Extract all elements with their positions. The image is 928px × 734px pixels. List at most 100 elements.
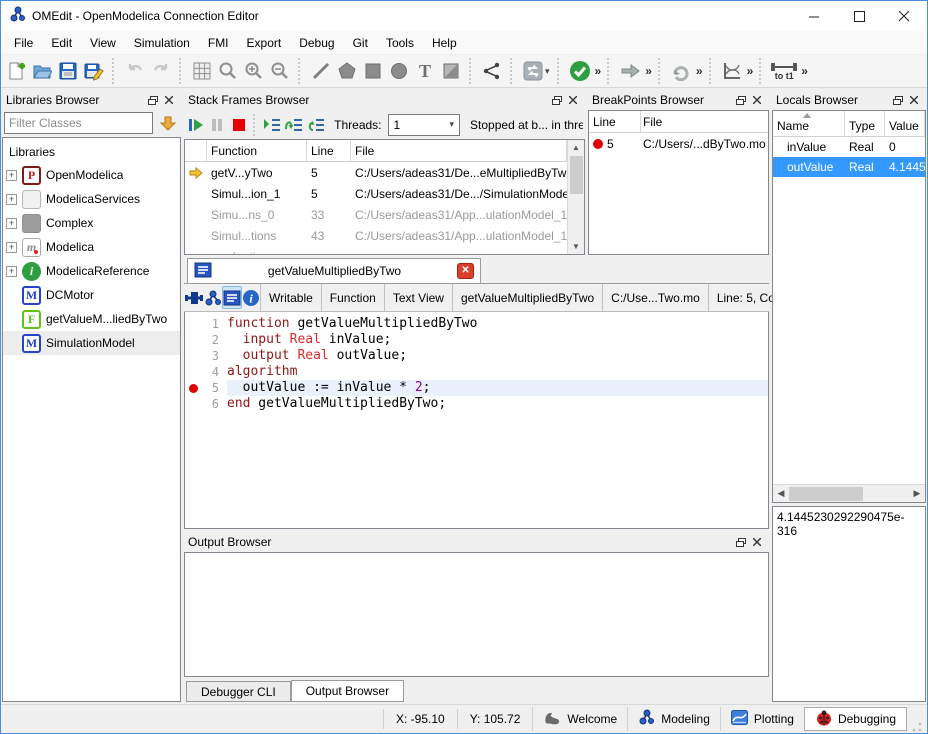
float-panel-icon[interactable] <box>890 93 906 107</box>
column-line[interactable]: Line <box>307 140 351 161</box>
close-button[interactable] <box>882 1 927 31</box>
menu-debug[interactable]: Debug <box>290 33 343 53</box>
documentation-view-icon[interactable]: i <box>242 284 260 311</box>
expander-icon[interactable]: + <box>6 266 17 277</box>
overflow-chevron-icon[interactable]: » <box>694 64 704 78</box>
horizontal-scrollbar[interactable]: ◀ ▶ <box>773 484 925 502</box>
simulate-icon[interactable] <box>617 58 643 84</box>
resize-grip[interactable] <box>911 721 923 733</box>
perspective-modeling[interactable]: Modeling <box>627 707 720 731</box>
menu-simulation[interactable]: Simulation <box>125 33 199 53</box>
check-model-icon[interactable] <box>567 58 593 84</box>
zoom-fit-icon[interactable] <box>215 58 241 84</box>
transition-mode-icon[interactable]: ▾ <box>520 58 552 84</box>
perspective-plotting[interactable]: Plotting <box>720 707 804 731</box>
vertical-scrollbar[interactable]: ▲ ▼ <box>567 140 584 254</box>
scroll-left-icon[interactable]: ◀ <box>773 488 789 499</box>
diagram-view-icon[interactable] <box>204 284 222 311</box>
float-panel-icon[interactable] <box>145 93 161 107</box>
library-item-dcmotor[interactable]: MDCMotor <box>3 283 180 307</box>
expander-icon[interactable]: + <box>6 218 17 229</box>
column-type[interactable]: Type <box>845 111 885 136</box>
column-value[interactable]: Value <box>885 111 925 136</box>
text-shape-icon[interactable]: T <box>412 58 438 84</box>
library-item-complex[interactable]: +Complex <box>3 211 180 235</box>
perspective-welcome[interactable]: Welcome <box>532 707 627 731</box>
stack-frame-row[interactable]: Simu...ns_033C:/Users/adeas31/App...ulat… <box>185 204 567 225</box>
float-panel-icon[interactable] <box>733 93 749 107</box>
variable-value-box[interactable]: 4.1445230292290475e-316 <box>772 506 926 702</box>
stack-frame-row[interactable]: Simul...tions43C:/Users/adeas31/App...ul… <box>185 225 567 246</box>
column-function[interactable]: Function <box>207 140 307 161</box>
ellipse-shape-icon[interactable] <box>386 58 412 84</box>
breakpoint-icon[interactable] <box>185 384 201 393</box>
code-line[interactable]: 5 outValue := inValue * 2; <box>185 380 768 396</box>
document-tab[interactable]: getValueMultipliedByTwo ✕ <box>187 258 481 283</box>
library-item-openmodelica[interactable]: +POpenModelica <box>3 163 180 187</box>
libraries-root[interactable]: Libraries <box>3 141 180 163</box>
connect-mode-icon[interactable] <box>479 58 505 84</box>
interactive-simulation-icon[interactable]: to t1 <box>769 58 799 84</box>
library-item-simulationmodel[interactable]: MSimulationModel <box>3 331 180 355</box>
scroll-up-icon[interactable]: ▲ <box>568 140 584 155</box>
expander-icon[interactable]: + <box>6 194 17 205</box>
scroll-right-icon[interactable]: ▶ <box>909 488 925 499</box>
stack-frame-row[interactable]: symb...tion <box>185 246 567 254</box>
open-file-icon[interactable] <box>29 58 55 84</box>
perspective-debugging[interactable]: Debugging <box>804 707 907 731</box>
menu-file[interactable]: File <box>5 33 42 53</box>
stack-frame-row[interactable]: getV...yTwo5C:/Users/adeas31/De...eMulti… <box>185 162 567 183</box>
close-panel-icon[interactable] <box>749 93 765 107</box>
float-panel-icon[interactable] <box>733 535 749 549</box>
tab-output-browser[interactable]: Output Browser <box>291 680 404 702</box>
stack-frame-row[interactable]: Simul...ion_15C:/Users/adeas31/De.../Sim… <box>185 183 567 204</box>
menu-view[interactable]: View <box>81 33 125 53</box>
local-variable-row[interactable]: inValue Real 0 <box>773 137 925 157</box>
save-as-icon[interactable] <box>81 58 107 84</box>
text-view-icon[interactable] <box>222 286 242 309</box>
output-content[interactable] <box>184 552 769 677</box>
scroll-down-icon[interactable]: ▼ <box>568 239 584 254</box>
local-variable-row[interactable]: outValue Real 4.14452 <box>773 157 925 177</box>
code-editor[interactable]: 1function getValueMultipliedByTwo2 input… <box>184 312 769 529</box>
dropdown-caret-icon[interactable]: ▾ <box>545 66 550 77</box>
writable-button[interactable]: Writable <box>260 284 321 311</box>
overflow-chevron-icon[interactable]: » <box>745 64 755 78</box>
tab-debugger-cli[interactable]: Debugger CLI <box>186 681 291 702</box>
threads-dropdown[interactable]: 1▾ <box>388 114 461 136</box>
bitmap-shape-icon[interactable] <box>438 58 464 84</box>
polygon-shape-icon[interactable] <box>334 58 360 84</box>
icon-view-icon[interactable] <box>184 284 204 311</box>
overflow-chevron-icon[interactable]: » <box>593 64 603 78</box>
maximize-button[interactable] <box>837 1 882 31</box>
column-file[interactable]: File <box>351 140 567 161</box>
library-item-modelica[interactable]: +mModelica <box>3 235 180 259</box>
menu-export[interactable]: Export <box>238 33 291 53</box>
stop-icon[interactable] <box>229 113 249 137</box>
scroll-thumb[interactable] <box>570 156 583 194</box>
close-panel-icon[interactable] <box>749 535 765 549</box>
menu-fmi[interactable]: FMI <box>199 33 238 53</box>
filter-classes-input[interactable] <box>4 112 153 134</box>
close-panel-icon[interactable] <box>906 93 922 107</box>
filter-expand-icon[interactable] <box>157 112 179 134</box>
menu-git[interactable]: Git <box>344 33 377 53</box>
resume-icon[interactable] <box>186 113 206 137</box>
zoom-in-icon[interactable] <box>241 58 267 84</box>
column-line[interactable]: Line <box>589 111 641 132</box>
minimize-button[interactable] <box>792 1 837 31</box>
code-line[interactable]: 3 output Real outValue; <box>185 348 768 364</box>
re-simulate-icon[interactable] <box>668 58 694 84</box>
code-line[interactable]: 2 input Real inValue; <box>185 332 768 348</box>
menu-help[interactable]: Help <box>423 33 466 53</box>
menu-edit[interactable]: Edit <box>42 33 81 53</box>
zoom-out-icon[interactable] <box>267 58 293 84</box>
step-over-icon[interactable] <box>284 113 304 137</box>
scroll-thumb[interactable] <box>789 487 863 501</box>
float-panel-icon[interactable] <box>549 93 565 107</box>
code-line[interactable]: 6end getValueMultipliedByTwo; <box>185 396 768 412</box>
library-item-modelicaservices[interactable]: +ModelicaServices <box>3 187 180 211</box>
overflow-chevron-icon[interactable]: » <box>799 64 809 78</box>
close-panel-icon[interactable] <box>565 93 581 107</box>
expander-icon[interactable]: + <box>6 242 17 253</box>
